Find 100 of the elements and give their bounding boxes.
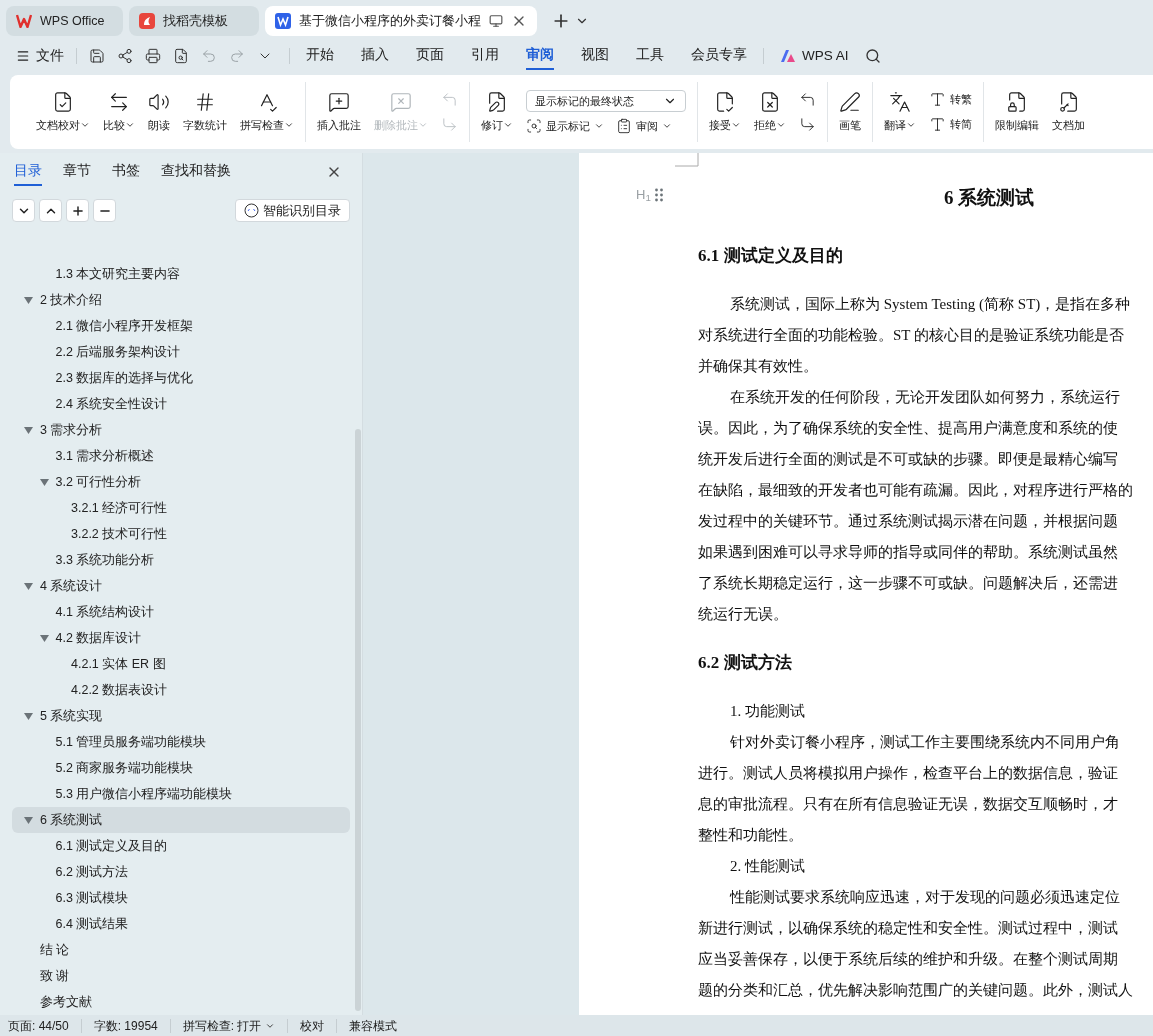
toc-item[interactable]: 致 谢 — [12, 963, 350, 989]
expand-arrow-icon[interactable] — [39, 478, 49, 486]
toc-item[interactable]: 6.2 测试方法 — [12, 859, 350, 885]
ribbon-tab[interactable]: 开始 — [306, 42, 334, 70]
demote-icon[interactable] — [93, 199, 116, 223]
ribbon-tab[interactable]: 插入 — [361, 42, 389, 70]
ribbon-tab[interactable]: 页面 — [416, 42, 444, 70]
sidebar-tab[interactable]: 书签 — [112, 157, 140, 186]
ribbon-button[interactable]: 限制编辑 — [991, 81, 1043, 143]
ribbon-small-button[interactable]: 审阅 — [616, 117, 672, 135]
save-icon[interactable] — [89, 48, 105, 64]
toc-item[interactable]: 6 系统测试 — [12, 807, 350, 833]
smart-toc-button[interactable]: 智能识别目录 — [235, 199, 350, 223]
toc-item[interactable]: 2.1 微信小程序开发框架 — [12, 313, 350, 339]
expand-arrow-icon[interactable] — [24, 816, 33, 824]
toc-item[interactable]: 6.1 测试定义及目的 — [12, 833, 350, 859]
toc-item[interactable]: 3.1 需求分析概述 — [12, 443, 350, 469]
toc-item[interactable]: 4 系统设计 — [12, 573, 350, 599]
toc-item[interactable]: 2.3 数据库的选择与优化 — [12, 365, 350, 391]
toc-item[interactable]: 3.2.2 技术可行性 — [12, 521, 350, 547]
ribbon-tab[interactable]: 工具 — [636, 42, 664, 70]
toc-item[interactable]: 结 论 — [12, 937, 350, 963]
paragraph-line: 统开发后进行全面的测试是不可或缺的步骤。即便是最精心编写 — [698, 450, 1119, 469]
status-item[interactable]: 字数: 19954 — [93, 1016, 158, 1035]
paragraph-line: 进行。测试人员将模拟用户操作，检查平台上的数据信息，验证 — [698, 764, 1119, 783]
toc-item[interactable]: 5.1 管理员服务端功能模块 — [12, 729, 350, 755]
document-tab[interactable]: 找稻壳模板 — [129, 6, 259, 36]
toc-item[interactable]: 3.2.1 经济可行性 — [12, 495, 350, 521]
toc-item[interactable]: 4.1 系统结构设计 — [12, 599, 350, 625]
ribbon-tab[interactable]: 审阅 — [526, 42, 554, 70]
toc-item[interactable]: 2 技术介绍 — [12, 287, 350, 313]
status-item[interactable]: 拼写检查: 打开 — [182, 1016, 276, 1035]
expand-arrow-icon[interactable] — [24, 712, 33, 720]
document-tab[interactable]: WPS Office — [6, 6, 123, 36]
paragraph-line: 性能测试要求系统响应迅速，对于发现的问题必须迅速定位 — [728, 888, 1121, 907]
paragraph-line: 误。因此，为了确保系统的安全性、提高用户满意度和系统的使 — [698, 419, 1119, 438]
markup-select[interactable]: 显示标记的最终状态 — [526, 89, 686, 112]
print-preview-icon[interactable] — [173, 48, 189, 64]
next-change-icon[interactable] — [799, 116, 816, 133]
paragraph-line: 对系统进行全面的功能检验。ST 的核心目的是验证系统功能是否 — [698, 326, 1125, 345]
expand-arrow-icon[interactable] — [24, 296, 33, 304]
ribbon-small-button[interactable]: 显示标记 — [526, 117, 604, 135]
expand-arrow-icon[interactable] — [39, 634, 49, 642]
toc-item[interactable]: 3.3 系统功能分析 — [12, 547, 350, 573]
toc-item[interactable]: 1.3 本文研究主要内容 — [12, 261, 350, 287]
ribbon-button[interactable]: 画笔 — [835, 81, 865, 143]
toc-item[interactable]: 6.3 测试模块 — [12, 885, 350, 911]
toc-item[interactable]: 5.3 用户微信小程序端功能模块 — [12, 781, 350, 807]
file-menu[interactable]: 文件 — [16, 45, 64, 67]
ribbon-button[interactable]: 接受 — [705, 81, 745, 143]
expand-arrow-icon[interactable] — [24, 426, 33, 434]
ribbon-small-button[interactable]: 转简 — [929, 116, 972, 133]
toc-item[interactable]: 6.4 测试结果 — [12, 911, 350, 937]
paragraph-line: 了系统长期稳定运行，这一步骤不可或缺。问题解决后，还需进 — [698, 574, 1119, 593]
sidebar-tab[interactable]: 查找和替换 — [161, 157, 231, 186]
ribbon-button[interactable]: 插入批注 — [313, 81, 365, 143]
monitor-icon[interactable] — [489, 14, 503, 28]
status-item[interactable]: 页面: 44/50 — [8, 1016, 69, 1035]
ribbon-button[interactable]: 文档校对 — [32, 81, 94, 143]
toc-item[interactable]: 4.2.2 数据表设计 — [12, 677, 350, 703]
ribbon-button[interactable]: 比较 — [99, 81, 139, 143]
toc-item[interactable]: 4.2 数据库设计 — [12, 625, 350, 651]
ribbon-button[interactable]: 字数统计 — [179, 81, 231, 143]
expand-arrow-icon[interactable] — [24, 582, 33, 590]
toc-item[interactable]: 5 系统实现 — [12, 703, 350, 729]
print-icon[interactable] — [145, 48, 161, 64]
promote-icon[interactable] — [66, 199, 89, 223]
toc-item[interactable]: 3 需求分析 — [12, 417, 350, 443]
sidebar-tab[interactable]: 目录 — [14, 157, 42, 186]
expand-icon[interactable] — [39, 199, 62, 223]
section-heading: 6.1 测试定义及目的 — [698, 245, 844, 267]
ribbon-small-button[interactable]: 转繁 — [929, 91, 972, 108]
paragraph-line: 针对外卖订餐小程序，测试工作主要围绕系统内不同用户角 — [729, 733, 1121, 752]
previous-change-icon[interactable] — [799, 91, 816, 108]
ribbon-button[interactable]: 修订 — [477, 81, 517, 143]
ribbon-button[interactable]: 朗读 — [144, 81, 174, 143]
ribbon-button[interactable]: 文档加 — [1048, 81, 1089, 143]
ribbon-button[interactable]: 拒绝 — [750, 81, 790, 143]
scrollbar-thumb[interactable] — [355, 429, 361, 1011]
toc-item[interactable]: 5.2 商家服务端功能模块 — [12, 755, 350, 781]
ribbon-tab[interactable]: 视图 — [581, 42, 609, 70]
sidebar-tab[interactable]: 章节 — [63, 157, 91, 186]
search-icon[interactable] — [864, 48, 881, 64]
ai-button[interactable]: WPS AI — [780, 45, 849, 67]
toc-item[interactable]: 3.2 可行性分析 — [12, 469, 350, 495]
collapse-icon[interactable] — [12, 199, 35, 223]
document-tab[interactable]: 基于微信小程序的外卖订餐小程 — [265, 6, 537, 36]
ribbon-button[interactable]: 拼写检查 — [236, 81, 298, 143]
accept-icon — [714, 90, 736, 113]
ribbon-tab[interactable]: 会员专享 — [691, 42, 747, 70]
toc-item[interactable]: 2.4 系统安全性设计 — [12, 391, 350, 417]
status-item[interactable]: 兼容模式 — [349, 1016, 398, 1035]
share-icon[interactable] — [117, 48, 133, 64]
status-item[interactable]: 校对 — [300, 1016, 325, 1035]
drag-handle-icon[interactable] — [654, 187, 663, 202]
toc-item[interactable]: 2.2 后端服务架构设计 — [12, 339, 350, 365]
ribbon-tab[interactable]: 引用 — [471, 42, 499, 70]
toc-item[interactable]: 参考文献 — [12, 989, 350, 1015]
toc-item[interactable]: 4.2.1 实体 ER 图 — [12, 651, 350, 677]
ribbon-button[interactable]: 翻译 — [880, 81, 920, 143]
